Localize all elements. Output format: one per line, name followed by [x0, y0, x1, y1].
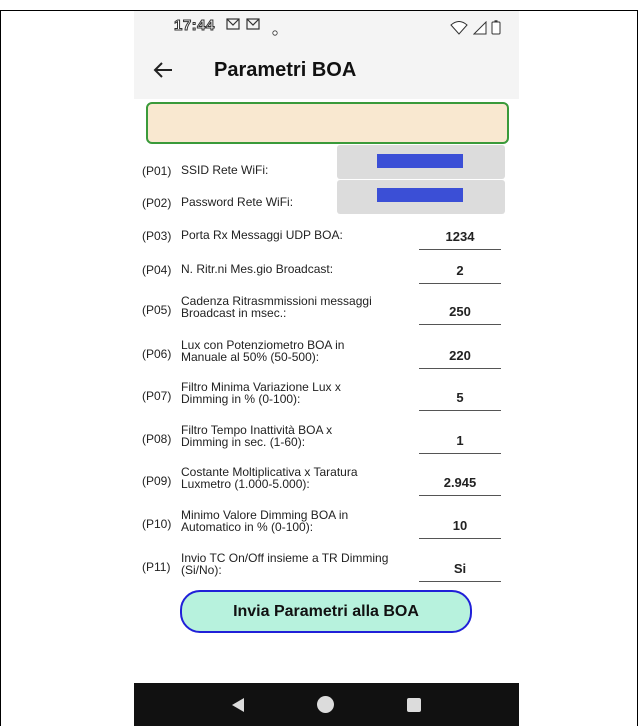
message-box — [146, 102, 509, 144]
param-label: Minimo Valore Dimming BOA in Automatico … — [181, 508, 349, 534]
param-value-input[interactable]: 2 — [419, 263, 501, 284]
param-label: Filtro Minima Variazione Lux x Dimming i… — [181, 380, 341, 406]
param-value-input[interactable]: 250 — [419, 304, 501, 325]
mail-icon — [246, 17, 260, 33]
redacted-value — [377, 154, 463, 168]
param-code: (P07) — [142, 389, 172, 403]
param-label: Lux con Potenziometro BOA in Manuale al … — [181, 338, 345, 364]
param-row-p05: (P05) Cadenza Ritrasmmissioni messaggi B… — [142, 295, 507, 325]
param-label: Filtro Tempo Inattività BOA x Dimming in… — [181, 423, 333, 449]
param-label: Password Rete WiFi: — [181, 195, 294, 209]
param-value-input[interactable]: 10 — [419, 518, 501, 539]
param-value-input[interactable]: 1234 — [419, 229, 501, 250]
param-label: Costante Moltiplicativa x Taratura Luxme… — [181, 465, 358, 491]
phone-screen: 17:44 Parametri BOA (P01) SSID Rete WiFi… — [134, 11, 519, 726]
param-code: (P05) — [142, 303, 172, 317]
app-bar: Parametri BOA — [134, 45, 519, 99]
send-parameters-button[interactable]: Invia Parametri alla BOA — [180, 590, 472, 633]
param-row-p03: (P03) Porta Rx Messaggi UDP BOA: 1234 — [142, 229, 507, 253]
param-row-p10: (P10) Minimo Valore Dimming BOA in Autom… — [142, 509, 507, 539]
param-value-input[interactable]: 220 — [419, 348, 501, 369]
mail-icon — [226, 17, 240, 33]
param-label: Porta Rx Messaggi UDP BOA: — [181, 228, 343, 242]
param-label: SSID Rete WiFi: — [181, 163, 269, 177]
param-code: (P08) — [142, 432, 172, 446]
signal-icon — [472, 20, 487, 35]
param-value-input[interactable]: 5 — [419, 390, 501, 411]
param-code: (P11) — [142, 560, 171, 574]
system-icons — [450, 20, 501, 40]
status-time: 17:44 — [174, 17, 215, 35]
param-code: (P04) — [142, 263, 172, 277]
param-label: N. Ritr.ni Mes.gio Broadcast: — [181, 262, 334, 276]
param-label: Invio TC On/Off insieme a TR Dimming (Si… — [181, 551, 389, 577]
wifi-icon — [450, 21, 468, 35]
param-value-input[interactable]: 1 — [419, 433, 501, 454]
dot-icon — [272, 23, 278, 39]
back-triangle-icon[interactable] — [230, 697, 246, 713]
param-row-p02: (P02) Password Rete WiFi: — [142, 180, 507, 224]
param-row-p09: (P09) Costante Moltiplicativa x Taratura… — [142, 466, 507, 496]
param-code: (P06) — [142, 347, 172, 361]
param-row-p06: (P06) Lux con Potenziometro BOA in Manua… — [142, 339, 507, 369]
param-row-p04: (P04) N. Ritr.ni Mes.gio Broadcast: 2 — [142, 263, 507, 287]
param-code: (P01) — [142, 164, 172, 178]
page-title: Parametri BOA — [214, 59, 357, 81]
back-arrow-icon[interactable] — [152, 55, 174, 89]
recents-square-icon[interactable] — [406, 697, 422, 713]
param-code: (P09) — [142, 474, 172, 488]
home-circle-icon[interactable] — [316, 695, 335, 714]
param-code: (P02) — [142, 196, 172, 210]
redacted-value — [377, 188, 463, 202]
param-row-p08: (P08) Filtro Tempo Inattività BOA x Dimm… — [142, 424, 507, 454]
password-input[interactable] — [337, 180, 505, 214]
param-row-p07: (P07) Filtro Minima Variazione Lux x Dim… — [142, 381, 507, 411]
battery-icon — [491, 20, 501, 35]
ssid-input[interactable] — [337, 145, 505, 179]
system-nav-bar — [134, 683, 519, 726]
param-code: (P03) — [142, 229, 172, 243]
param-label: Cadenza Ritrasmmissioni messaggi Broadca… — [181, 294, 372, 320]
param-value-input[interactable]: Si — [419, 561, 501, 582]
status-bar: 17:44 — [134, 11, 519, 45]
param-row-p11: (P11) Invio TC On/Off insieme a TR Dimmi… — [142, 552, 507, 582]
param-value-input[interactable]: 2.945 — [419, 475, 501, 496]
param-code: (P10) — [142, 517, 172, 531]
